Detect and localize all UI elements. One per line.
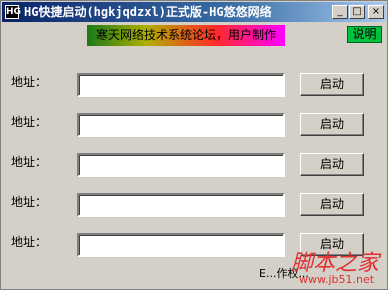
start-button[interactable]: 启动 bbox=[300, 153, 364, 176]
app-icon: HG bbox=[5, 5, 21, 19]
address-input[interactable] bbox=[77, 113, 285, 137]
address-input[interactable] bbox=[77, 73, 285, 97]
window-title: HG快捷启动(hgkjqdzxl)正式版-HG悠悠网络 bbox=[24, 5, 272, 19]
watermark-url: www.jb51.net bbox=[299, 273, 375, 286]
close-button[interactable]: × bbox=[368, 5, 384, 19]
address-label: 地址： bbox=[11, 235, 48, 249]
address-label: 地址： bbox=[11, 115, 48, 129]
address-label: 地址： bbox=[11, 155, 48, 169]
address-input[interactable] bbox=[77, 193, 285, 217]
address-input[interactable] bbox=[77, 233, 285, 257]
minimize-button[interactable]: _ bbox=[332, 5, 348, 19]
start-button[interactable]: 启动 bbox=[300, 73, 364, 96]
address-label: 地址： bbox=[11, 75, 48, 89]
banner: 寒天网络技术系统论坛，用户制作 bbox=[87, 25, 285, 46]
app-window: HG HG快捷启动(hgkjqdzxl)正式版-HG悠悠网络 _ □ × 寒天网… bbox=[0, 0, 388, 290]
help-button[interactable]: 说明 bbox=[347, 26, 382, 43]
address-label: 地址： bbox=[11, 195, 48, 209]
start-button[interactable]: 启动 bbox=[300, 193, 364, 216]
title-bar[interactable]: HG HG快捷启动(hgkjqdzxl)正式版-HG悠悠网络 _ □ × bbox=[2, 2, 386, 22]
watermark: 脚本之家 www.jb51.net bbox=[291, 245, 389, 291]
maximize-button[interactable]: □ bbox=[349, 5, 365, 19]
start-button[interactable]: 启动 bbox=[300, 113, 364, 136]
address-input[interactable] bbox=[77, 153, 285, 177]
